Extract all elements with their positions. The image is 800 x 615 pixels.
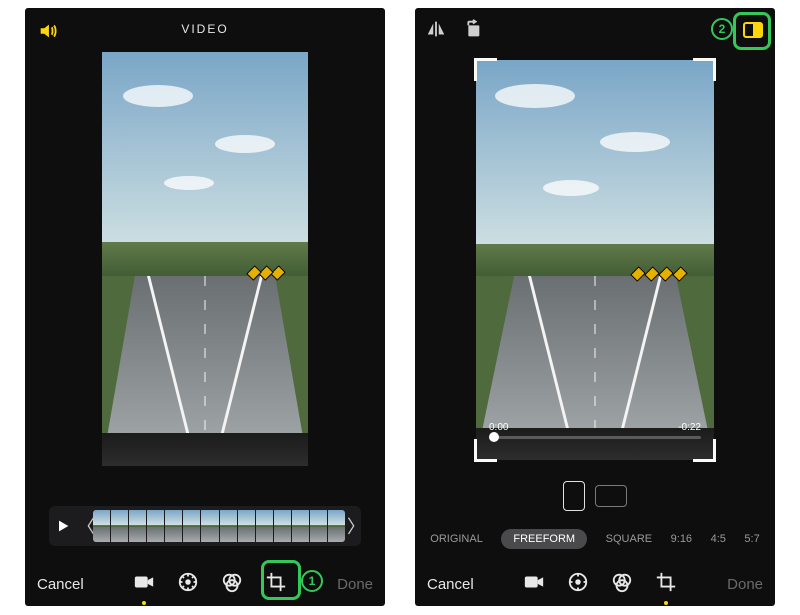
video-preview[interactable] [476, 60, 714, 460]
video-tab-icon[interactable] [523, 571, 545, 597]
cancel-button[interactable]: Cancel [427, 576, 474, 593]
cancel-button[interactable]: Cancel [37, 576, 84, 593]
ratio-original[interactable]: ORIGINAL [430, 533, 483, 545]
timeline-filmstrip[interactable]: 〈 〉 [49, 506, 361, 546]
editor-screen-main: VIDEO 〈 [25, 8, 385, 606]
tutorial-step-marker: 1 [301, 570, 323, 592]
playback-scrubber[interactable]: 0:00 -0:22 [489, 422, 701, 444]
flip-horizontal-icon[interactable] [425, 18, 447, 45]
ratio-freeform[interactable]: FREEFORM [501, 529, 587, 549]
orientation-portrait[interactable] [563, 481, 585, 511]
ratio-square[interactable]: SQUARE [606, 533, 652, 545]
top-bar: VIDEO [25, 8, 385, 52]
aspect-ratio-row: ORIGINAL FREEFORM SQUARE 9:16 4:5 5:7 [415, 524, 775, 554]
bottom-bar: Cancel Done [25, 562, 385, 606]
trim-handle-left[interactable]: 〈 [77, 513, 91, 539]
filters-tab-icon[interactable] [221, 571, 243, 597]
rotate-icon[interactable] [461, 18, 483, 45]
play-icon[interactable] [49, 518, 77, 534]
orientation-selector [415, 478, 775, 514]
orientation-landscape[interactable] [595, 485, 627, 507]
adjust-tab-icon[interactable] [567, 571, 589, 597]
mode-title: VIDEO [25, 22, 385, 36]
adjust-tab-icon[interactable] [177, 571, 199, 597]
tutorial-highlight-crop [261, 560, 301, 600]
editor-screen-crop: 0:00 -0:22 ORIGINAL FREEFORM SQUARE 9:16… [415, 8, 775, 606]
trim-handle-right[interactable]: 〉 [347, 513, 361, 539]
tutorial-step-marker: 2 [711, 18, 733, 40]
ratio-9-16[interactable]: 9:16 [671, 533, 692, 545]
ratio-4-5[interactable]: 4:5 [711, 533, 726, 545]
done-button[interactable]: Done [337, 576, 373, 593]
ratio-5-7[interactable]: 5:7 [744, 533, 759, 545]
time-remaining: -0:22 [678, 422, 701, 433]
crop-tab-icon[interactable] [655, 571, 677, 597]
thumbnail-frames[interactable] [93, 510, 345, 542]
video-tab-icon[interactable] [133, 571, 155, 597]
done-button[interactable]: Done [727, 576, 763, 593]
tutorial-highlight-aspect [733, 12, 771, 50]
video-preview[interactable] [102, 52, 308, 466]
bottom-bar: Cancel Done [415, 562, 775, 606]
filters-tab-icon[interactable] [611, 571, 633, 597]
